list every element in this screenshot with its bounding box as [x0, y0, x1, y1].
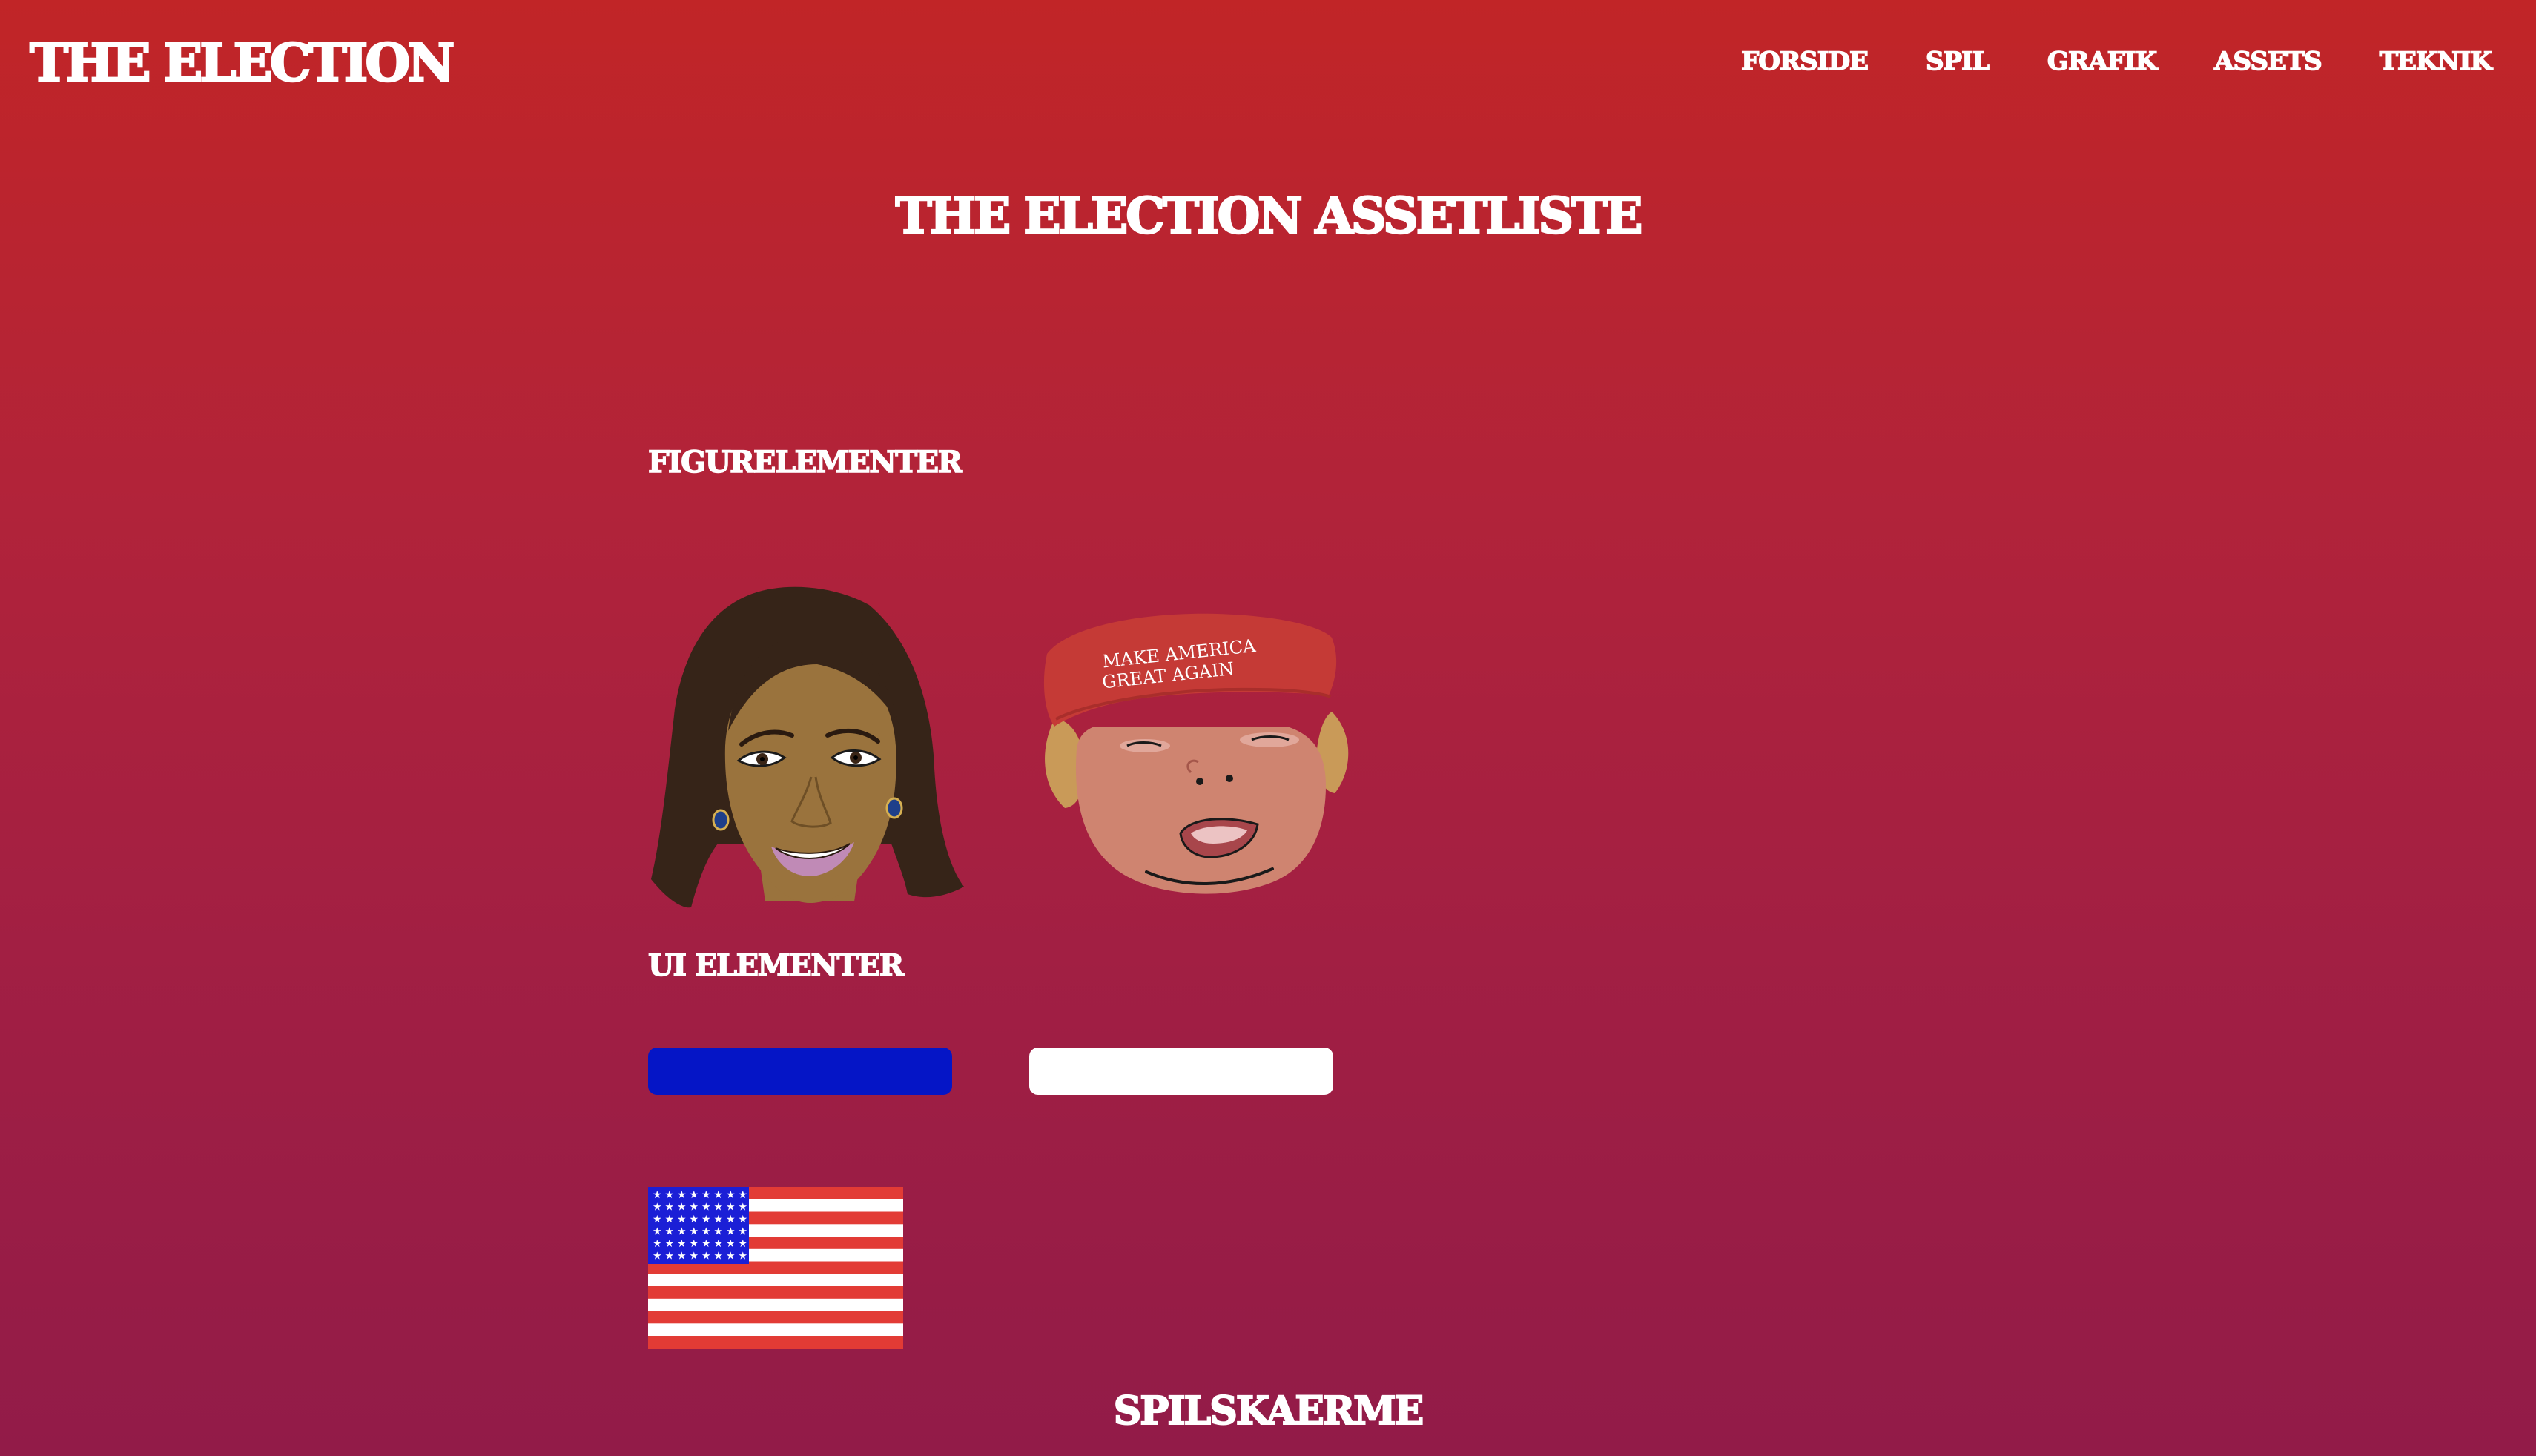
flag-star-icon: ★: [701, 1189, 711, 1201]
nav-item-teknik[interactable]: TEKNIK: [2379, 48, 2493, 75]
flag-star-icon: ★: [677, 1202, 687, 1214]
flag-star-icon: ★: [726, 1251, 736, 1263]
flag-star-icon: ★: [701, 1202, 711, 1214]
page-title: THE ELECTION ASSETLISTE: [894, 187, 1643, 245]
flag-star-icon: ★: [677, 1238, 687, 1250]
us-flag: ★ ★ ★ ★ ★ ★ ★ ★★ ★ ★ ★ ★ ★ ★ ★★ ★ ★ ★ ★ ★ ★ ★★ ★ ★ ★ ★ ★ ★ ★★ ★ ★ ★ ★ ★ ★ ★…: [648, 1187, 903, 1349]
flag-star-icon: ★: [665, 1226, 675, 1238]
main-nav: FORSIDE SPIL GRAFIK ASSETS TEKNIK: [1740, 48, 2493, 75]
flag-star-icon: ★: [690, 1202, 699, 1214]
flag-star-icon: ★: [653, 1226, 662, 1238]
section-heading-figures: FIGURELEMENTER: [647, 445, 962, 480]
flag-star-icon: ★: [653, 1202, 662, 1214]
flag-star-icon: ★: [653, 1214, 662, 1225]
flag-star-icon: ★: [739, 1238, 748, 1250]
flag-star-icon: ★: [739, 1189, 748, 1201]
page: THE ELECTION FORSIDE SPIL GRAFIK ASSETS …: [0, 0, 2536, 1456]
flag-star-icon: ★: [714, 1226, 724, 1238]
flag-star-icon: ★: [665, 1251, 675, 1263]
flag-star-icon: ★: [677, 1214, 687, 1225]
flag-star-icon: ★: [739, 1202, 748, 1214]
flag-star-icon: ★: [665, 1214, 675, 1225]
flag-star-icon: ★: [701, 1226, 711, 1238]
flag-star-icon: ★: [714, 1202, 724, 1214]
section-heading-ui: UI ELEMENTER: [647, 948, 904, 983]
blue-bar-element: [648, 1048, 952, 1095]
flag-star-icon: ★: [714, 1251, 724, 1263]
flag-star-icon: ★: [690, 1238, 699, 1250]
flag-star-icon: ★: [701, 1251, 711, 1263]
flag-star-icon: ★: [677, 1189, 687, 1201]
flag-star-icon: ★: [653, 1251, 662, 1263]
flag-star-icon: ★: [701, 1214, 711, 1225]
flag-star-icon: ★: [726, 1238, 736, 1250]
flag-star-icon: ★: [665, 1202, 675, 1214]
male-candidate-figure: MAKE AMERICA GREAT AGAIN: [1043, 613, 1349, 894]
flag-star-icon: ★: [701, 1238, 711, 1250]
flag-star-icon: ★: [726, 1202, 736, 1214]
flag-star-icon: ★: [665, 1189, 675, 1201]
flag-star-icon: ★: [677, 1226, 687, 1238]
nav-item-assets[interactable]: ASSETS: [2213, 48, 2322, 75]
flag-star-icon: ★: [690, 1251, 699, 1263]
flag-star-icon: ★: [739, 1251, 748, 1263]
flag-star-icon: ★: [714, 1214, 724, 1225]
flag-star-icon: ★: [690, 1214, 699, 1225]
nav-item-spil[interactable]: SPIL: [1925, 48, 1990, 75]
flag-star-icon: ★: [690, 1189, 699, 1201]
flag-star-icon: ★: [714, 1238, 724, 1250]
flag-star-icon: ★: [714, 1189, 724, 1201]
flag-star-icon: ★: [739, 1226, 748, 1238]
flag-star-icon: ★: [726, 1226, 736, 1238]
nav-item-forside[interactable]: FORSIDE: [1740, 48, 1869, 75]
flag-star-icon: ★: [690, 1226, 699, 1238]
site-logo[interactable]: THE ELECTION: [29, 36, 456, 90]
flag-star-icon: ★: [726, 1189, 736, 1201]
section-heading-screens: SPILSKAERME: [1113, 1389, 1425, 1434]
flag-star-icon: ★: [665, 1238, 675, 1250]
flag-star-icon: ★: [739, 1214, 748, 1225]
flag-star-icon: ★: [726, 1214, 736, 1225]
flag-star-icon: ★: [653, 1238, 662, 1250]
nav-item-grafik[interactable]: GRAFIK: [2047, 48, 2158, 75]
white-bar-element: [1029, 1048, 1333, 1095]
female-candidate-figure: [651, 586, 964, 908]
flag-star-icon: ★: [677, 1251, 687, 1263]
flag-star-icon: ★: [653, 1189, 662, 1201]
